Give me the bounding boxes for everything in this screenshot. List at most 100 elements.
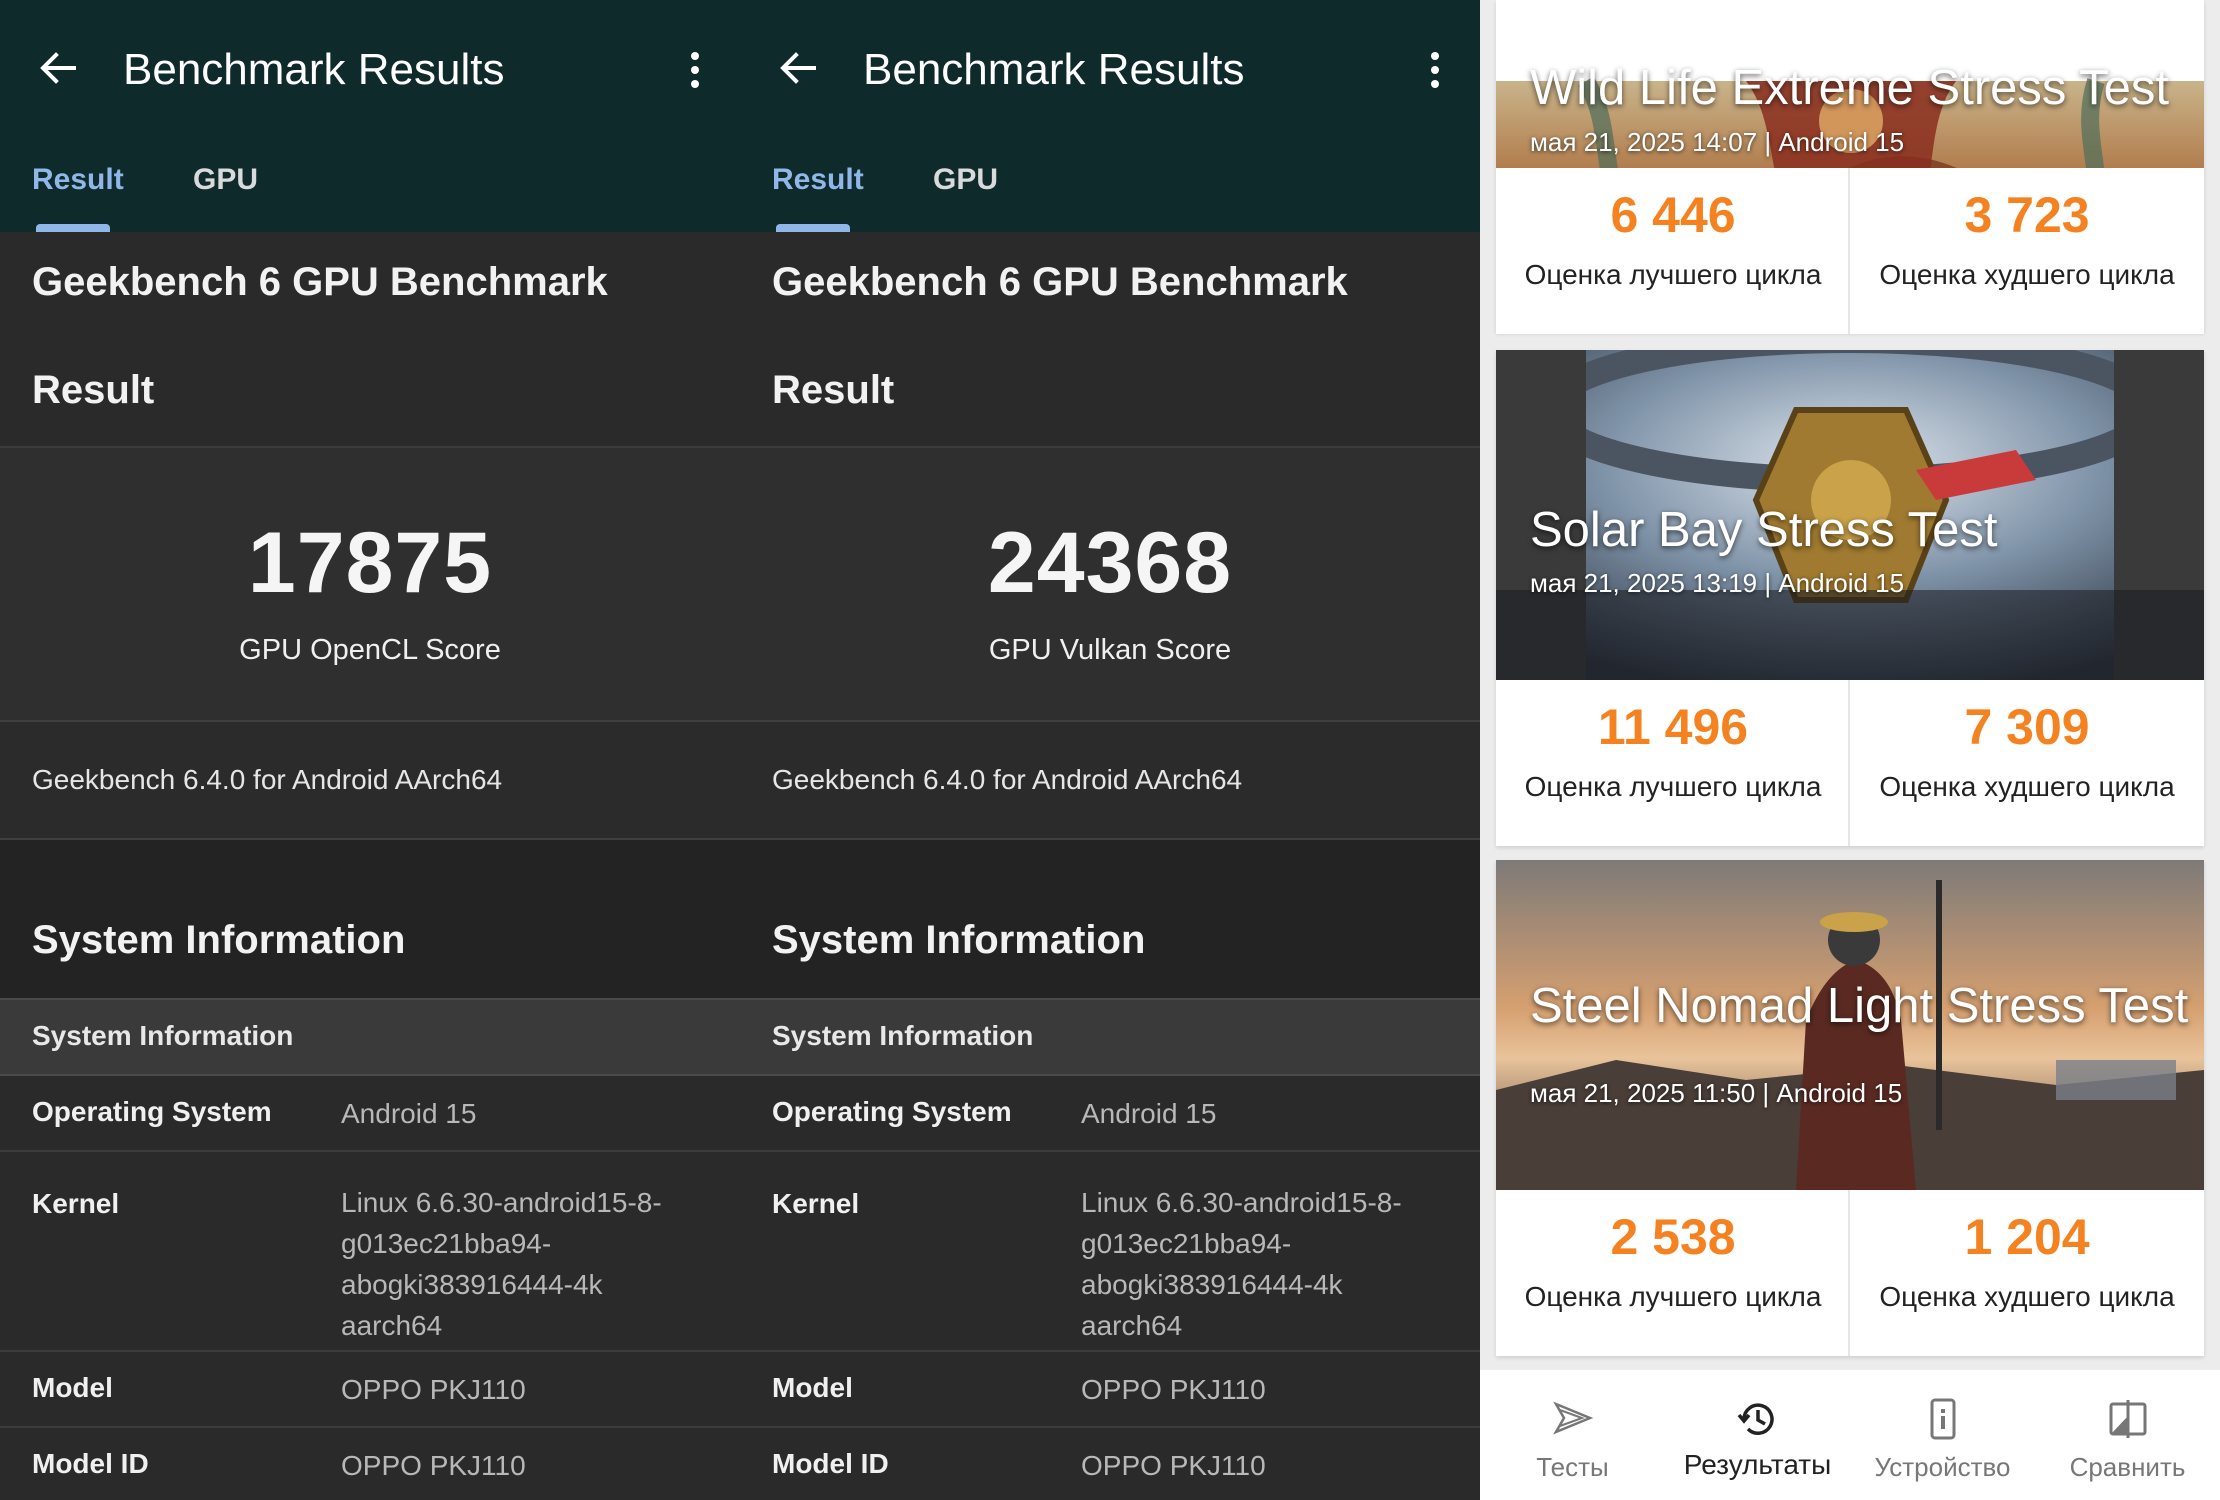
- device-info-icon: [1930, 1398, 1956, 1440]
- benchmark-title: Geekbench 6 GPU Benchmark: [32, 260, 608, 304]
- row-key: Model: [772, 1372, 853, 1403]
- more-options-icon[interactable]: [1405, 40, 1465, 100]
- geekbench-panel-vulkan: Benchmark Results Result GPU Geekbench 6…: [740, 0, 1480, 1500]
- row-key: Model: [32, 1372, 113, 1403]
- test-name: Solar Bay Stress Test: [1530, 503, 1998, 557]
- score-label: Оценка лучшего цикла: [1524, 1281, 1822, 1312]
- row-value: OPPO PKJ110: [1081, 1450, 1266, 1481]
- nav-item-results[interactable]: Результаты: [1665, 1370, 1850, 1500]
- score-value: 11 496: [1597, 699, 1749, 755]
- tests-icon: [1553, 1401, 1594, 1435]
- row-value: Linux 6.6.30-android15-8- g013ec21bba94-…: [341, 1187, 662, 1341]
- tab-result[interactable]: Result: [772, 160, 864, 200]
- more-options-icon[interactable]: [665, 40, 725, 100]
- result-card-solar-bay[interactable]: Solar Bay Stress Test мая 21, 2025 13:19…: [1496, 350, 2204, 846]
- row-key: Operating System: [32, 1096, 272, 1127]
- benchmark-header: Geekbench 6 GPU Benchmark Result: [740, 232, 1480, 448]
- system-information-subheader: System Information: [0, 998, 740, 1076]
- compare-icon: [2109, 1400, 2147, 1438]
- tab-result[interactable]: Result: [32, 160, 124, 200]
- version-row: Geekbench 6.4.0 for Android AArch64: [0, 722, 740, 840]
- gpu-score-value: 17875: [247, 515, 493, 611]
- benchmark-title: Geekbench 6 GPU Benchmark: [772, 260, 1348, 304]
- score-label: Оценка худшего цикла: [1879, 1281, 2175, 1312]
- system-information-subheader: System Information: [740, 998, 1480, 1076]
- best-loop-score: 2 538 Оценка лучшего цикла: [1496, 1190, 1850, 1356]
- row-value: OPPO PKJ110: [341, 1450, 526, 1481]
- table-row-model-id: Model ID OPPO PKJ110: [0, 1428, 740, 1500]
- active-tab-indicator: [36, 224, 110, 232]
- system-information-section: System Information: [740, 840, 1480, 998]
- best-loop-score: 11 496 Оценка лучшего цикла: [1496, 680, 1850, 846]
- row-value: Android 15: [1081, 1098, 1217, 1129]
- test-name: Steel Nomad Light Stress Test: [1530, 979, 2189, 1033]
- worst-loop-score: 7 309 Оценка худшего цикла: [1850, 680, 2204, 846]
- row-value: OPPO PKJ110: [1081, 1374, 1266, 1405]
- 3dmark-results-panel: Wild Life Extreme Stress Test мая 21, 20…: [1480, 0, 2220, 1500]
- score-value: 7 309: [1964, 699, 2090, 755]
- table-row-model: Model OPPO PKJ110: [740, 1352, 1480, 1428]
- test-date: мая 21, 2025 14:07 | Android 15: [1530, 127, 1905, 157]
- result-heading: Result: [32, 368, 155, 412]
- page-title: Benchmark Results: [863, 45, 1245, 94]
- bottom-navigation: Тесты Результаты Устройство Сравнить: [1480, 1370, 2220, 1500]
- app-bar: Benchmark Results Result GPU: [740, 0, 1480, 232]
- row-key: Kernel: [772, 1188, 860, 1219]
- row-key: Operating System: [772, 1096, 1012, 1127]
- row-key: Model ID: [772, 1448, 889, 1479]
- version-text: Geekbench 6.4.0 for Android AArch64: [32, 764, 503, 795]
- score-block: 24368 GPU Vulkan Score: [740, 448, 1480, 722]
- nav-label: Устройство: [1874, 1452, 2011, 1482]
- nav-label: Результаты: [1683, 1449, 1832, 1480]
- system-information-title: System Information: [772, 918, 1146, 962]
- nav-item-compare[interactable]: Сравнить: [2035, 1370, 2220, 1500]
- score-label: Оценка худшего цикла: [1879, 259, 2175, 290]
- score-row: 2 538 Оценка лучшего цикла 1 204 Оценка …: [1496, 1190, 2204, 1356]
- geekbench-panel-opencl: Benchmark Results Result GPU Geekbench 6…: [0, 0, 740, 1500]
- subheader-label: System Information: [32, 1020, 294, 1051]
- row-value: OPPO PKJ110: [341, 1374, 526, 1405]
- score-value: 3 723: [1964, 187, 2090, 243]
- system-information-title: System Information: [32, 918, 406, 962]
- result-card-steel-nomad-light[interactable]: Steel Nomad Light Stress Test мая 21, 20…: [1496, 860, 2204, 1356]
- app-bar: Benchmark Results Result GPU: [0, 0, 740, 232]
- test-banner-image: Steel Nomad Light Stress Test мая 21, 20…: [1496, 860, 2204, 1190]
- row-key: Kernel: [32, 1188, 120, 1219]
- best-loop-score: 6 446 Оценка лучшего цикла: [1496, 168, 1850, 334]
- score-value: 1 204: [1964, 1209, 2090, 1265]
- row-key: Model ID: [32, 1448, 149, 1479]
- subheader-label: System Information: [772, 1020, 1034, 1051]
- version-text: Geekbench 6.4.0 for Android AArch64: [772, 764, 1243, 795]
- table-row-model: Model OPPO PKJ110: [0, 1352, 740, 1428]
- row-value: Android 15: [341, 1098, 477, 1129]
- table-row-kernel: Kernel Linux 6.6.30-android15-8- g013ec2…: [0, 1152, 740, 1352]
- gpu-score-label: GPU Vulkan Score: [988, 634, 1232, 666]
- back-arrow-icon[interactable]: [768, 38, 828, 98]
- score-row: 6 446 Оценка лучшего цикла 3 723 Оценка …: [1496, 168, 2204, 334]
- history-icon: [1737, 1403, 1774, 1435]
- score-row: 11 496 Оценка лучшего цикла 7 309 Оценка…: [1496, 680, 2204, 846]
- page-title: Benchmark Results: [123, 45, 505, 94]
- test-date: мая 21, 2025 13:19 | Android 15: [1530, 568, 1905, 598]
- result-card-wild-life-extreme[interactable]: Wild Life Extreme Stress Test мая 21, 20…: [1496, 0, 2204, 334]
- tab-gpu[interactable]: GPU: [933, 160, 998, 200]
- score-value: 6 446: [1610, 187, 1736, 243]
- gpu-score-label: GPU OpenCL Score: [239, 634, 501, 666]
- tab-gpu[interactable]: GPU: [193, 160, 258, 200]
- worst-loop-score: 1 204 Оценка худшего цикла: [1850, 1190, 2204, 1356]
- score-label: Оценка лучшего цикла: [1524, 771, 1822, 802]
- result-heading: Result: [772, 368, 895, 412]
- system-information-section: System Information: [0, 840, 740, 998]
- score-label: Оценка лучшего цикла: [1524, 259, 1822, 290]
- nav-item-tests[interactable]: Тесты: [1480, 1370, 1665, 1500]
- row-value: Linux 6.6.30-android15-8- g013ec21bba94-…: [1081, 1187, 1402, 1341]
- nav-item-device[interactable]: Устройство: [1850, 1370, 2035, 1500]
- score-value: 2 538: [1610, 1209, 1736, 1265]
- test-name: Wild Life Extreme Stress Test: [1530, 61, 2170, 115]
- test-date: мая 21, 2025 11:50 | Android 15: [1530, 1078, 1903, 1108]
- table-row-operating-system: Operating System Android 15: [740, 1076, 1480, 1152]
- back-arrow-icon[interactable]: [28, 38, 88, 98]
- table-row-model-id: Model ID OPPO PKJ110: [740, 1428, 1480, 1500]
- active-tab-indicator: [776, 224, 850, 232]
- table-row-operating-system: Operating System Android 15: [0, 1076, 740, 1152]
